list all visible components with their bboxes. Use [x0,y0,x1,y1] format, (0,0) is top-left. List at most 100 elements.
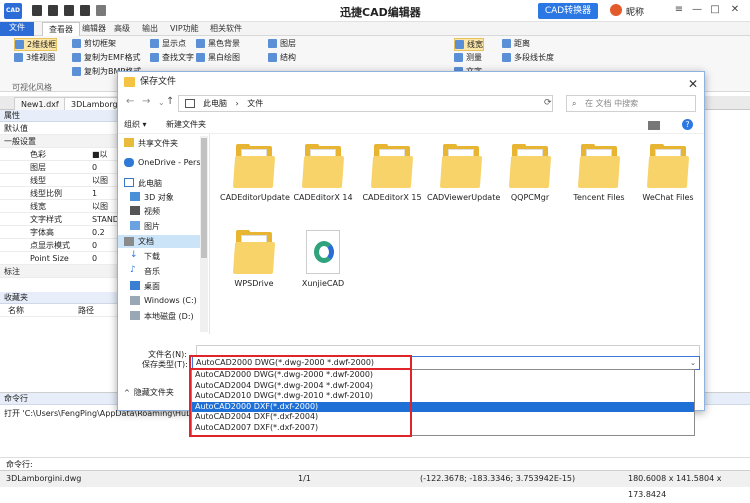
nav-item-documents[interactable]: 文档 [118,235,200,248]
file-item[interactable]: QQPCMgr [496,144,564,203]
view-options-icon[interactable] [648,121,660,130]
address-bar[interactable]: 此电脑 › 文件 [178,95,553,112]
black-white-drawing-button[interactable]: 黑白绘图 [196,52,240,63]
file-item[interactable]: Tencent Files [565,144,633,203]
folder-icon [646,144,690,188]
drive-icon [130,311,140,320]
measure-button[interactable]: 测量 [454,52,482,63]
nav-item-desktop[interactable]: 桌面 [130,281,160,292]
drawing-canvas[interactable] [700,110,750,390]
file-item[interactable]: CADViewerUpdate [427,144,500,203]
scrollbar-thumb[interactable] [201,138,207,258]
undo-icon[interactable] [96,5,106,16]
tab-vip[interactable]: VIP功能 [164,22,205,36]
file-item[interactable]: CADEditorX 15 [358,144,426,203]
forward-arrow-icon[interactable]: → [142,96,150,107]
status-coords: (-122.3678; -183.3346; 3.753942E-15) [420,474,576,483]
doc-tab-new1[interactable]: New1.dxf [14,97,66,110]
nav-item-this-pc[interactable]: 此电脑 [124,178,162,189]
help-icon[interactable]: ? [682,119,693,130]
menu-icon[interactable]: ≡ [672,3,686,17]
file-item[interactable]: XunjieCAD [289,230,357,289]
tab-editor[interactable]: 编辑器 [76,22,112,36]
prop-row[interactable]: 线型 以图 [0,174,117,187]
polyline-length-button[interactable]: 多段线长度 [502,52,554,63]
cut-frame-button[interactable]: 剪切框架 [72,38,116,49]
copy-emf-button[interactable]: 复制为EMF格式 [72,52,141,63]
section-annotation[interactable]: 标注 [0,265,117,278]
video-icon [130,206,140,215]
file-item[interactable]: CADEditorX 14 [289,144,357,203]
nav-item-downloads[interactable]: ↓ 下载 [130,251,160,262]
nav-item-onedrive[interactable]: OneDrive - Perso [124,158,205,167]
folder-icon [232,230,276,274]
folder-icon [301,144,345,188]
distance-button[interactable]: 距离 [502,38,530,49]
line-width-button[interactable]: 线宽 [454,38,484,51]
tab-advanced[interactable]: 高级 [108,22,136,36]
minimize-icon[interactable]: — [690,3,704,17]
file-item[interactable]: WeChat Files [634,144,702,203]
up-arrow-icon[interactable]: ↑ [166,96,174,107]
tab-viewer[interactable]: 查看器 [42,22,80,36]
organize-button[interactable]: 组织 ▾ [124,119,147,130]
user-nickname[interactable]: 昵称 [626,5,644,18]
pc-icon [124,178,134,187]
filetype-label: 保存类型(T): [142,360,188,369]
prop-row[interactable]: 文字样式 STAND [0,213,117,226]
nav-item-3d[interactable]: 3D 对象 [130,192,174,203]
open-icon[interactable] [48,5,58,16]
nav-item-music[interactable]: ♪ 音乐 [130,266,160,277]
tab-output[interactable]: 输出 [136,22,164,36]
nav-scrollbar[interactable] [200,136,208,332]
desktop-icon [130,281,140,290]
prop-row[interactable]: 线宽 以图 [0,200,117,213]
section-general[interactable]: 一般设置 [0,135,117,148]
nav-item-videos[interactable]: 视频 [130,206,160,217]
folder-icon [439,144,483,188]
avatar[interactable] [610,4,622,16]
file-item[interactable]: CADEditorUpdate [220,144,290,203]
file-item[interactable]: WPSDrive [220,230,288,289]
recent-chevron-icon[interactable]: ⌄ [158,98,165,107]
find-text-button[interactable]: 查找文字 [150,52,194,63]
prop-row[interactable]: 线型比例 1 [0,187,117,200]
view-2d-wireframe-button[interactable]: 2维线框 [14,38,58,51]
status-size: 180.6008 x 141.5804 x 173.8424 [628,474,722,499]
show-points-button[interactable]: 显示点 [150,38,186,49]
search-input[interactable]: ⌕ 在 文档 中搜索 [566,95,696,112]
maximize-icon[interactable]: □ [708,3,722,17]
favorites-header: 名称 路径 [0,304,117,317]
properties-title: 属性 [0,110,117,122]
picture-icon [130,221,140,230]
close-icon[interactable]: ✕ [728,3,742,17]
cad-converter-button[interactable]: CAD转换器 [538,3,598,19]
prop-row[interactable]: 色彩 ■以 [0,148,117,161]
view-3d-button[interactable]: 3维视图 [14,52,55,63]
black-background-button[interactable]: 黑色背景 [196,38,240,49]
prop-row[interactable]: 点显示模式 0 [0,239,117,252]
prop-row[interactable]: Point Size 0 [0,252,117,265]
refresh-icon[interactable]: ⟳ [544,98,552,108]
save-icon[interactable] [64,5,74,16]
folder-icon [577,144,621,188]
new-icon[interactable] [32,5,42,16]
command-input[interactable]: 命令行: [0,457,750,470]
nav-item-drive-c[interactable]: Windows (C:) [130,296,197,305]
prop-row[interactable]: 图层 0 [0,161,117,174]
print-icon[interactable] [80,5,90,16]
dialog-close-icon[interactable]: ✕ [688,74,698,94]
hide-folders-toggle[interactable]: ^ 隐藏文件夹 [124,387,174,398]
nav-item-drive-d[interactable]: 本地磁盘 (D:) [130,311,194,322]
prop-row[interactable]: 字体高 0.2 [0,226,117,239]
nav-item-pictures[interactable]: 图片 [130,221,160,232]
structure-button[interactable]: 结构 [268,52,296,63]
tab-related[interactable]: 相关软件 [204,22,248,36]
music-icon: ♪ [130,265,136,275]
back-arrow-icon[interactable]: ← [126,96,134,107]
nav-item-shared[interactable]: 共享文件夹 [124,138,178,149]
layers-button[interactable]: 图层 [268,38,296,49]
tab-file[interactable]: 文件 [0,22,34,36]
folder-icon [370,144,414,188]
new-folder-button[interactable]: 新建文件夹 [166,119,206,130]
